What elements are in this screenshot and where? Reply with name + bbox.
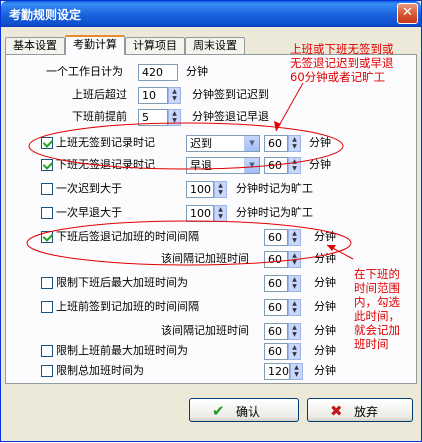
no-signin-spinner[interactable]: ▲ ▼ [288,135,301,152]
annotation-top-line-1: 上班或下班无签到或 [290,42,394,56]
no-signout-spinner[interactable]: ▲ ▼ [288,157,301,174]
early-spinner[interactable]: ▲ ▼ [168,109,181,126]
ot-after-spinner[interactable]: ▲ ▼ [288,229,301,246]
tab-basic[interactable]: 基本设置 [5,37,65,54]
late-label: 上班后超过 [72,88,127,101]
late-absent-label: 一次迟到大于 [56,182,122,195]
early-label: 下班前提前 [72,110,127,123]
max-after-input[interactable]: 60 [264,275,288,292]
max-after-label: 限制下班后最大加班时间为 [56,276,188,289]
tab-attendance-calc[interactable]: 考勤计算 [65,35,125,55]
annotation-top-line-2: 无签退记迟到或早退 [290,56,394,70]
cancel-button-label: 放弃 [354,405,379,419]
workday-input[interactable]: 420 [138,64,178,81]
ot-after-interval-spinner[interactable]: ▲ ▼ [288,251,301,268]
max-after-unit: 分钟 [314,276,336,289]
late-absent-input[interactable]: 100 [186,181,214,198]
workday-unit: 分钟 [186,65,208,78]
annotation-right-line-2: 时间范围 [354,281,400,295]
ot-after-input[interactable]: 60 [264,229,288,246]
max-total-checkbox[interactable] [41,365,53,377]
ot-before-input[interactable]: 60 [264,299,288,316]
early-absent-checkbox[interactable] [41,207,53,219]
ot-after-interval-label: 该间隔记加班时间 [161,252,249,265]
max-total-spinner[interactable]: ▲ ▼ [290,363,303,380]
early-absent-label: 一次早退大于 [56,206,122,219]
ot-before-spinner[interactable]: ▲ ▼ [288,299,301,316]
no-signin-checkbox[interactable] [41,137,53,149]
early-absent-input[interactable]: 100 [186,205,214,222]
tab-weekend[interactable]: 周末设置 [185,37,245,54]
early-unit: 分钟签退记早退 [192,110,269,123]
max-before-label: 限制上班前最大加班时间为 [56,344,188,357]
no-signin-minutes-input[interactable]: 60 [264,135,288,152]
ot-after-unit: 分钟 [314,230,336,243]
ok-button[interactable]: ✔ 确认 [189,398,299,422]
ot-after-interval-unit: 分钟 [314,252,336,265]
early-input[interactable]: 5 [138,109,168,126]
close-button[interactable]: ✕ [397,3,418,24]
max-total-label: 限制总加班时间为 [56,364,144,377]
annotation-right-line-4: 此时间， [354,309,400,323]
annotation-right-line-1: 在下班的 [354,267,400,281]
no-signout-label: 下班无签退记录时记 [56,158,155,171]
max-after-checkbox[interactable] [41,277,53,289]
chevron-down-icon[interactable]: ▼ [244,158,259,173]
annotation-right-line-5: 就会记加 [354,323,400,337]
late-spinner[interactable]: ▲ ▼ [168,87,181,104]
no-signout-type-value: 早退 [190,159,212,172]
ot-before-interval-input[interactable]: 60 [264,323,288,340]
dialog-window: 考勤规则设定 ✕ 基本设置 考勤计算 计算项目 周末设置 一个工作日计为 420… [0,0,422,442]
ot-before-interval-spinner[interactable]: ▲ ▼ [288,323,301,340]
late-unit: 分钟签到记迟到 [192,88,269,101]
window-title: 考勤规则设定 [9,8,82,22]
early-absent-spinner[interactable]: ▲ ▼ [214,205,227,222]
late-absent-unit: 分钟时记为旷工 [236,182,313,195]
workday-label: 一个工作日计为 [46,65,123,78]
ot-before-label: 上班前签到记加班的时间间隔 [56,300,199,313]
cross-icon: ✖ [330,402,343,420]
ot-after-label: 下班后签退记加班的时间间隔 [56,230,199,243]
annotation-right-line-3: 内，勾选 [354,295,400,309]
max-total-input[interactable]: 120 [264,363,290,380]
no-signout-unit: 分钟 [309,158,331,171]
no-signin-unit: 分钟 [309,136,331,149]
max-before-unit: 分钟 [314,344,336,357]
ot-before-unit: 分钟 [314,300,336,313]
ot-before-interval-label: 该间隔记加班时间 [161,324,249,337]
ot-before-checkbox[interactable] [41,301,53,313]
no-signout-checkbox[interactable] [41,159,53,171]
late-absent-spinner[interactable]: ▲ ▼ [214,181,227,198]
ot-before-interval-unit: 分钟 [314,324,336,337]
no-signin-type-value: 迟到 [190,137,212,150]
ok-button-label: 确认 [236,405,261,419]
no-signin-label: 上班无签到记录时记 [56,136,155,149]
title-bar[interactable]: 考勤规则设定 ✕ [1,1,421,27]
late-absent-checkbox[interactable] [41,183,53,195]
annotation-right-line-6: 班时间 [354,337,389,351]
no-signin-type-select[interactable]: 迟到 ▼ [186,135,260,152]
close-icon: ✕ [402,5,413,20]
late-input[interactable]: 10 [138,87,168,104]
no-signout-minutes-input[interactable]: 60 [264,157,288,174]
max-before-input[interactable]: 60 [264,343,288,360]
no-signout-type-select[interactable]: 早退 ▼ [186,157,260,174]
ot-after-checkbox[interactable] [41,231,53,243]
ot-after-interval-input[interactable]: 60 [264,251,288,268]
cancel-button[interactable]: ✖ 放弃 [307,398,413,422]
early-absent-unit: 分钟时记为旷工 [236,206,313,219]
max-total-unit: 分钟 [314,364,336,377]
checkmark-icon: ✔ [212,402,225,420]
chevron-down-icon[interactable]: ▼ [244,136,259,151]
max-before-spinner[interactable]: ▲ ▼ [288,343,301,360]
max-before-checkbox[interactable] [41,345,53,357]
tab-calc-items[interactable]: 计算项目 [125,37,185,54]
max-after-spinner[interactable]: ▲ ▼ [288,275,301,292]
annotation-top-line-3: 60分钟或者记旷工 [290,70,386,84]
